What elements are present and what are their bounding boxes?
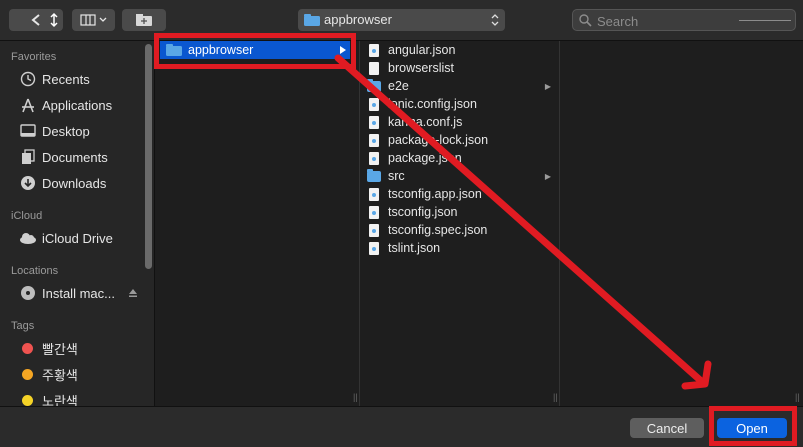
new-folder-button[interactable] <box>122 9 166 31</box>
file-row-tsconfig-spec[interactable]: tsconfig.spec.json <box>367 221 557 239</box>
sidebar-item-install-mac[interactable]: Install mac... <box>19 283 147 303</box>
sidebar: Favorites Recents Applications Desktop D… <box>0 41 155 406</box>
toolbar: appbrowser <box>0 0 803 41</box>
selected-folder-label: appbrowser <box>188 43 254 57</box>
json-file-icon <box>367 222 381 238</box>
back-forward-buttons[interactable] <box>9 9 63 31</box>
json-file-icon <box>367 150 381 166</box>
document-file-icon <box>367 60 381 76</box>
search-icon <box>579 14 592 27</box>
browser-column-1: || <box>155 41 360 406</box>
favorites-header: Favorites <box>11 51 57 63</box>
column-resize-handle[interactable]: || <box>353 392 358 402</box>
back-icon[interactable] <box>9 9 63 31</box>
path-label: appbrowser <box>324 12 392 27</box>
json-file-icon <box>367 42 381 58</box>
open-button[interactable]: Open <box>717 418 787 438</box>
folder-row-src[interactable]: src ▶ <box>367 167 557 185</box>
sidebar-item-documents[interactable]: Documents <box>19 147 147 167</box>
orange-tag-dot-icon <box>22 368 33 380</box>
sidebar-tag-red[interactable]: 빨간색 <box>19 338 147 358</box>
folder-icon <box>367 78 381 94</box>
locations-header: Locations <box>11 265 59 277</box>
file-row-ionic-config[interactable]: ionic.config.json <box>367 95 557 113</box>
json-file-icon <box>367 240 381 256</box>
cloud-icon <box>19 229 37 247</box>
sidebar-tag-orange[interactable]: 주황색 <box>19 364 147 384</box>
disclosure-arrow-icon: ▶ <box>544 171 551 181</box>
disclosure-arrow-icon: ▶ <box>544 81 551 91</box>
sidebar-scrollbar[interactable] <box>145 44 152 269</box>
yellow-tag-dot-icon <box>22 394 33 406</box>
sidebar-tag-yellow[interactable]: 노란색 <box>19 390 147 406</box>
json-file-icon <box>367 96 381 112</box>
file-row-tsconfig-app[interactable]: tsconfig.app.json <box>367 185 557 203</box>
applications-icon <box>19 96 37 114</box>
search-input[interactable] <box>595 11 729 31</box>
file-row-tslint[interactable]: tslint.json <box>367 239 557 257</box>
column-resize-handle[interactable]: || <box>553 392 558 402</box>
json-file-icon <box>367 132 381 148</box>
json-file-icon <box>367 204 381 220</box>
path-popup[interactable]: appbrowser <box>298 9 505 31</box>
red-tag-dot-icon <box>22 342 33 354</box>
file-row-browserslist[interactable]: browserslist <box>367 59 557 77</box>
document-icon <box>19 148 37 166</box>
updown-chevron-icon <box>491 14 499 26</box>
new-folder-icon <box>136 14 152 26</box>
desktop-icon <box>19 122 37 140</box>
search-field[interactable] <box>572 9 796 31</box>
tags-header: Tags <box>11 320 35 332</box>
eject-icon[interactable] <box>128 288 138 298</box>
sidebar-item-applications[interactable]: Applications <box>19 95 147 115</box>
file-row-package-json[interactable]: package.json <box>367 149 557 167</box>
file-row-package-lock[interactable]: package-lock.json <box>367 131 557 149</box>
search-divider <box>739 20 791 21</box>
column-resize-handle[interactable]: || <box>795 392 800 402</box>
column-view-icon <box>80 14 107 26</box>
icloud-header: iCloud <box>11 210 43 222</box>
sidebar-item-desktop[interactable]: Desktop <box>19 121 147 141</box>
json-file-icon <box>367 186 381 202</box>
js-file-icon <box>367 114 381 130</box>
folder-icon <box>166 44 182 56</box>
sidebar-item-icloud-drive[interactable]: iCloud Drive <box>19 228 147 248</box>
folder-icon <box>304 14 320 26</box>
sidebar-item-downloads[interactable]: Downloads <box>19 173 147 193</box>
folder-row-e2e[interactable]: e2e ▶ <box>367 77 557 95</box>
file-row-karma-conf[interactable]: karma.conf.js <box>367 113 557 131</box>
browser-column-3: || <box>560 41 803 406</box>
selected-folder-row[interactable]: appbrowser <box>160 41 350 59</box>
download-icon <box>19 174 37 192</box>
sidebar-item-recents[interactable]: Recents <box>19 69 147 89</box>
file-row-angular-json[interactable]: angular.json <box>367 41 557 59</box>
clock-icon <box>19 70 37 88</box>
folder-icon <box>367 168 381 184</box>
view-mode-button[interactable] <box>72 9 115 31</box>
file-row-tsconfig[interactable]: tsconfig.json <box>367 203 557 221</box>
disclosure-arrow-icon <box>340 46 346 54</box>
disk-icon <box>19 284 37 302</box>
cancel-button[interactable]: Cancel <box>630 418 704 438</box>
